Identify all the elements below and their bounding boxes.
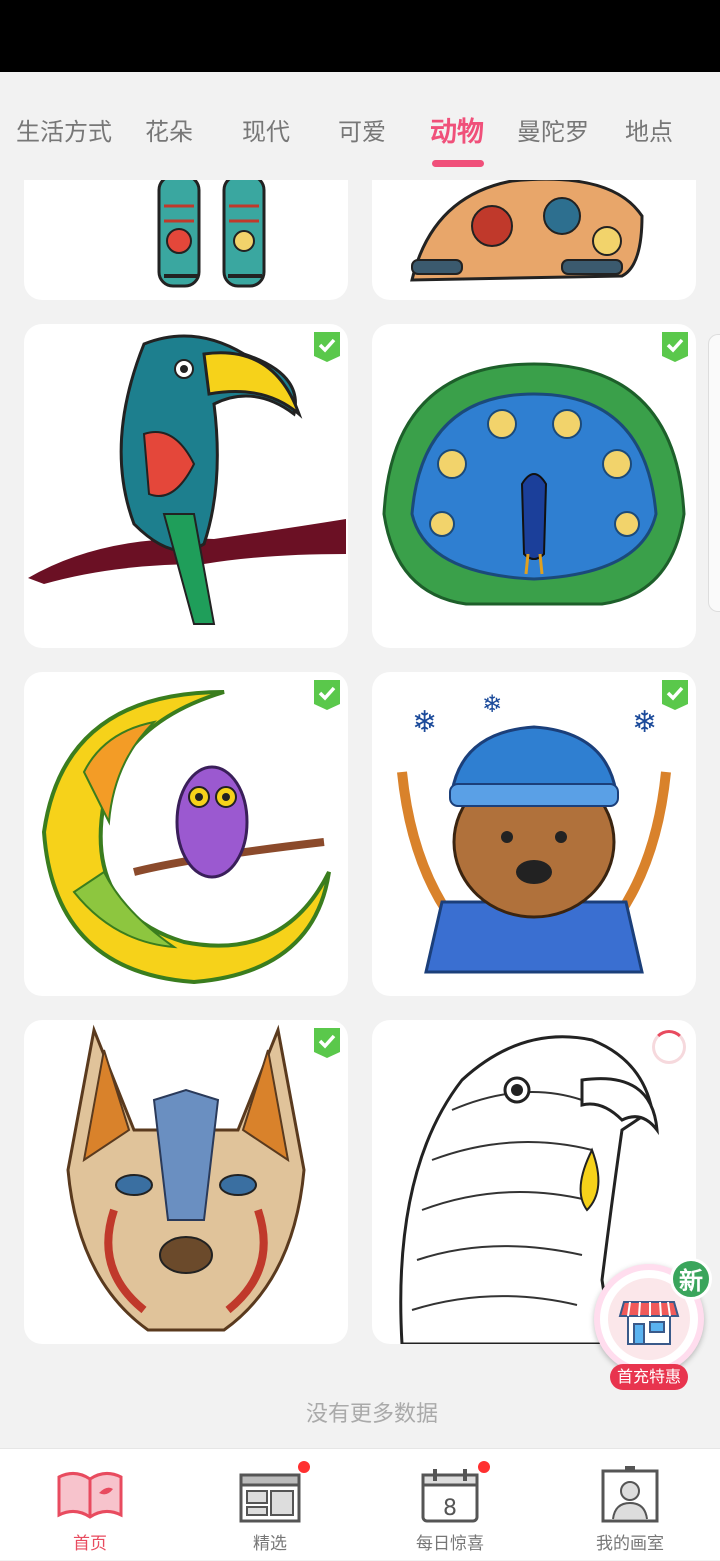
- bear-hat-artwork: ❄ ❄ ❄: [397, 690, 671, 974]
- artwork-card-toucan[interactable]: [24, 324, 348, 648]
- promo-label: 首充特惠: [610, 1364, 688, 1390]
- elephant-artwork: [157, 180, 266, 288]
- owl-moon-artwork: [41, 690, 331, 985]
- dog-artwork: [66, 1024, 306, 1332]
- tab-lifestyle[interactable]: 生活方式: [16, 112, 112, 147]
- bottom-navigation: 首页 精选 8 每日惊喜 我的画室: [0, 1448, 720, 1560]
- nav-home[interactable]: 首页: [0, 1449, 180, 1561]
- nav-home-label: 首页: [73, 1534, 107, 1554]
- artwork-card-elephant[interactable]: [24, 180, 348, 300]
- completed-check-icon: [662, 332, 688, 362]
- toucan-artwork: [28, 334, 346, 625]
- completed-check-icon: [314, 332, 340, 362]
- artwork-card-owl-moon[interactable]: [24, 672, 348, 996]
- active-tab-indicator: [432, 160, 484, 167]
- svg-text:❄: ❄: [632, 705, 657, 740]
- tab-places[interactable]: 地点: [625, 112, 673, 147]
- book-icon: [57, 1472, 123, 1519]
- artwork-card-dog[interactable]: [24, 1020, 348, 1344]
- tab-flowers[interactable]: 花朵: [145, 112, 193, 147]
- svg-text:8: 8: [443, 1496, 457, 1521]
- loading-spinner-icon: [652, 1030, 686, 1064]
- completed-check-icon: [662, 680, 688, 710]
- peacock-artwork: [382, 362, 686, 606]
- side-drawer-handle[interactable]: [708, 334, 720, 612]
- new-badge: 新: [670, 1258, 712, 1300]
- nav-my-studio-label: 我的画室: [596, 1534, 664, 1554]
- nav-daily-surprise-label: 每日惊喜: [416, 1534, 484, 1554]
- category-tabs: 生活方式 花朵 现代 可爱 动物 曼陀罗 地点: [0, 72, 720, 180]
- layout-icon: [239, 1473, 301, 1523]
- notification-dot: [478, 1461, 490, 1473]
- first-recharge-promo-button[interactable]: 新 首充特惠: [592, 1258, 712, 1392]
- status-bar: [0, 0, 720, 72]
- nav-featured[interactable]: 精选: [180, 1449, 360, 1561]
- svg-text:❄: ❄: [482, 690, 502, 718]
- completed-check-icon: [314, 1028, 340, 1058]
- artwork-card-bear-hat[interactable]: ❄ ❄ ❄: [372, 672, 696, 996]
- tab-animals[interactable]: 动物: [430, 110, 484, 149]
- notification-dot: [298, 1461, 310, 1473]
- artwork-card-bear-mandala[interactable]: [372, 180, 696, 300]
- profile-frame-icon: [601, 1466, 659, 1523]
- nav-daily-surprise[interactable]: 8 每日惊喜: [360, 1449, 540, 1561]
- artwork-card-peacock[interactable]: [372, 324, 696, 648]
- bear-mandala-artwork: [410, 180, 644, 282]
- completed-check-icon: [314, 680, 340, 710]
- tab-modern[interactable]: 现代: [242, 112, 290, 147]
- end-of-list-text: 没有更多数据: [305, 1402, 438, 1427]
- calendar-icon: 8: [421, 1469, 479, 1523]
- nav-featured-label: 精选: [253, 1534, 287, 1554]
- tab-cute[interactable]: 可爱: [338, 112, 386, 147]
- tab-mandala[interactable]: 曼陀罗: [517, 112, 589, 147]
- nav-my-studio[interactable]: 我的画室: [540, 1449, 720, 1561]
- svg-text:❄: ❄: [412, 705, 437, 740]
